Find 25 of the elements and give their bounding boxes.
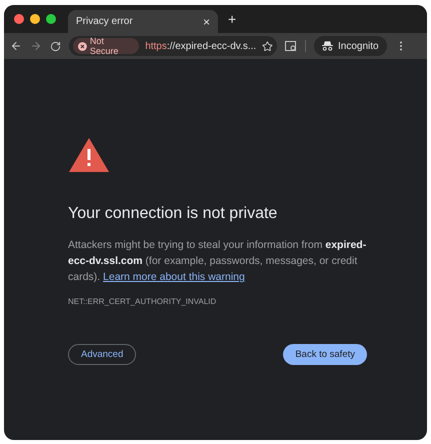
back-to-safety-button[interactable]: Back to safety	[283, 344, 367, 365]
incognito-icon	[322, 41, 333, 51]
warning-x-icon	[78, 42, 87, 50]
minimize-window-icon[interactable]	[30, 14, 40, 24]
back-icon[interactable]	[10, 40, 22, 52]
close-window-icon[interactable]	[14, 14, 24, 24]
warning-icon	[68, 137, 110, 173]
not-secure-chip[interactable]: Not Secure	[73, 38, 140, 54]
tab-close-button[interactable]: ×	[202, 14, 210, 28]
maximize-window-icon[interactable]	[46, 14, 56, 24]
tab-title: Privacy error	[76, 16, 133, 27]
learn-more-link[interactable]: Learn more about this warning	[103, 271, 245, 283]
new-tab-button[interactable]: +	[228, 11, 236, 27]
advanced-button[interactable]: Advanced	[68, 344, 136, 365]
incognito-button[interactable]: Incognito	[314, 36, 387, 56]
error-description: Attackers might be trying to steal your information from expired-ecc-dv.ssl.com (for example, passwords, messages, or credit cards). Learn more about this warning	[68, 238, 367, 285]
browser-tab[interactable]: Privacy error ×	[68, 10, 218, 33]
url-text: https://expired-ecc-dv.s...	[145, 40, 256, 52]
bookmark-star-icon[interactable]	[262, 40, 273, 52]
forward-icon[interactable]	[30, 40, 42, 52]
address-bar[interactable]: Not Secure https://expired-ecc-dv.s...	[69, 36, 277, 56]
window-search-icon[interactable]	[285, 40, 297, 52]
error-title: Your connection is not private	[68, 205, 278, 223]
error-code: NET::ERR_CERT_AUTHORITY_INVALID	[68, 297, 218, 306]
reload-icon[interactable]	[50, 40, 61, 52]
